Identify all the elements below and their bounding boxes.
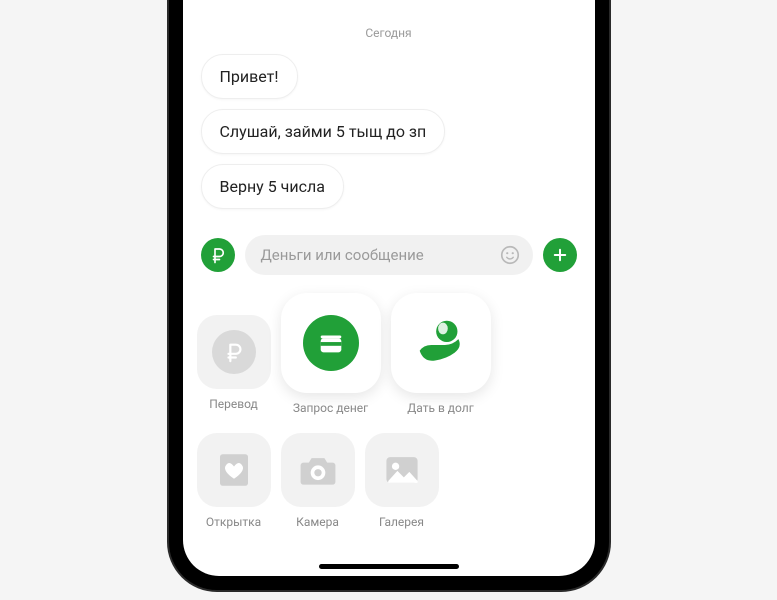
action-tile xyxy=(197,315,271,389)
request-money-icon xyxy=(303,315,359,371)
action-label: Запрос денег xyxy=(293,401,368,415)
add-button[interactable] xyxy=(543,238,577,272)
message-bubble: Верну 5 числа xyxy=(201,164,344,209)
message-input[interactable]: Деньги или сообщение xyxy=(245,235,533,275)
ruble-icon xyxy=(212,330,256,374)
phone-screen: Сегодня Привет! Слушай, займи 5 тыщ до з… xyxy=(183,0,595,576)
lend-icon xyxy=(410,312,472,374)
action-lend[interactable]: Дать в долг xyxy=(391,293,491,415)
phone-frame: Сегодня Привет! Слушай, займи 5 тыщ до з… xyxy=(169,0,609,590)
actions-panel: Перевод Запрос денег xyxy=(183,289,595,563)
date-label: Сегодня xyxy=(201,26,577,40)
action-camera[interactable]: Камера xyxy=(281,433,355,529)
action-label: Дать в долг xyxy=(407,401,474,415)
camera-icon xyxy=(296,448,340,492)
action-request-money[interactable]: Запрос денег xyxy=(281,293,381,415)
action-tile xyxy=(281,433,355,507)
home-indicator[interactable] xyxy=(319,564,459,569)
action-label: Перевод xyxy=(209,397,258,411)
gallery-icon xyxy=(380,448,424,492)
action-gallery[interactable]: Галерея xyxy=(365,433,439,529)
action-label: Камера xyxy=(296,515,339,529)
action-label: Галерея xyxy=(379,515,424,529)
action-tile xyxy=(365,433,439,507)
action-label: Открытка xyxy=(206,515,261,529)
postcard-icon xyxy=(213,449,255,491)
message-bubble: Привет! xyxy=(201,54,298,99)
action-tile xyxy=(391,293,491,393)
chat-area: Сегодня Привет! Слушай, займи 5 тыщ до з… xyxy=(183,0,595,219)
plus-icon xyxy=(551,246,569,264)
ruble-icon xyxy=(209,246,227,264)
action-postcard[interactable]: Открытка xyxy=(197,433,271,529)
input-row: Деньги или сообщение xyxy=(183,219,595,289)
input-placeholder: Деньги или сообщение xyxy=(261,246,491,264)
action-tile xyxy=(281,293,381,393)
emoji-icon[interactable] xyxy=(499,244,521,266)
ruble-button[interactable] xyxy=(201,238,235,272)
action-tile xyxy=(197,433,271,507)
actions-row-1: Перевод Запрос денег xyxy=(197,293,581,415)
action-transfer[interactable]: Перевод xyxy=(197,315,271,411)
message-bubble: Слушай, займи 5 тыщ до зп xyxy=(201,109,446,154)
actions-row-2: Открытка Камера xyxy=(197,433,581,529)
